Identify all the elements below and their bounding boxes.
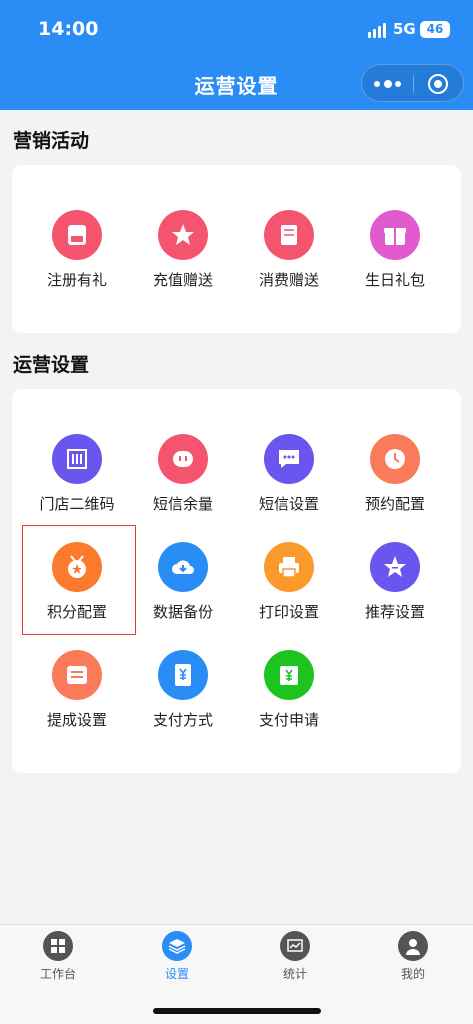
cloud-backup-icon — [158, 542, 208, 592]
sms-balance-icon — [158, 434, 208, 484]
ops-item-sms-settings[interactable]: 短信设置 — [236, 427, 342, 527]
marketing-item-register[interactable]: 注册有礼 — [24, 203, 130, 303]
recharge-gift-icon — [158, 210, 208, 260]
section-title-marketing: 营销活动 — [13, 130, 90, 152]
birthday-gift-icon — [370, 210, 420, 260]
marketing-item-label: 注册有礼 — [46, 271, 107, 289]
marketing-item-label: 生日礼包 — [364, 271, 425, 289]
ops-item-label: 打印设置 — [258, 603, 319, 621]
ops-item-label: 支付方式 — [152, 711, 213, 729]
close-circle-icon[interactable] — [428, 74, 448, 94]
payment-apply-icon — [264, 650, 314, 700]
marketing-item-consume[interactable]: 消费赠送 — [236, 203, 342, 303]
selection-highlight — [22, 525, 136, 635]
home-indicator — [153, 1008, 321, 1014]
marketing-item-birthday[interactable]: 生日礼包 — [342, 203, 448, 303]
capsule-divider — [413, 75, 414, 93]
tab-label: 设置 — [164, 967, 189, 981]
store-qrcode-icon — [52, 434, 102, 484]
workbench-grid-icon — [43, 931, 73, 961]
network-type: 5G — [393, 20, 416, 38]
ops-item-label: 预约配置 — [364, 495, 425, 513]
section-title-operations: 运营设置 — [13, 354, 90, 376]
nav-bar: 运营设置 — [0, 58, 473, 110]
ops-item-label: 支付申请 — [258, 711, 319, 729]
recommend-star-icon — [370, 542, 420, 592]
ops-item-print[interactable]: 打印设置 — [236, 535, 342, 635]
ops-item-commission[interactable]: 提成设置 — [24, 643, 130, 743]
tab-label: 统计 — [282, 967, 307, 981]
marketing-item-label: 充值赠送 — [152, 271, 213, 289]
marketing-card: 注册有礼 充值赠送 消费赠送 生日礼包 — [12, 165, 461, 333]
marketing-item-label: 消费赠送 — [258, 271, 319, 289]
status-bar: 14:00 5G 46 — [0, 0, 473, 58]
battery-icon: 46 — [420, 21, 450, 38]
printer-icon — [264, 542, 314, 592]
appointment-clock-icon — [370, 434, 420, 484]
sms-settings-icon — [264, 434, 314, 484]
ops-item-label: 提成设置 — [46, 711, 107, 729]
more-dots-icon[interactable] — [374, 79, 402, 89]
tab-label: 我的 — [400, 967, 425, 981]
tab-settings[interactable]: 设置 — [137, 931, 217, 987]
marketing-item-recharge[interactable]: 充值赠送 — [130, 203, 236, 303]
status-time: 14:00 — [38, 18, 99, 40]
consume-gift-icon — [264, 210, 314, 260]
ops-item-label: 短信设置 — [258, 495, 319, 513]
profile-user-icon — [398, 931, 428, 961]
ops-item-label: 门店二维码 — [39, 495, 115, 513]
tab-label: 工作台 — [39, 967, 76, 981]
tab-workbench[interactable]: 工作台 — [18, 931, 98, 987]
ops-item-appointment[interactable]: 预约配置 — [342, 427, 448, 527]
ops-item-label: 短信余量 — [152, 495, 213, 513]
ops-item-backup[interactable]: 数据备份 — [130, 535, 236, 635]
ops-item-recommend[interactable]: 推荐设置 — [342, 535, 448, 635]
register-gift-icon — [52, 210, 102, 260]
ops-item-payment-apply[interactable]: 支付申请 — [236, 643, 342, 743]
payment-method-icon — [158, 650, 208, 700]
ops-item-sms-balance[interactable]: 短信余量 — [130, 427, 236, 527]
signal-icon — [368, 22, 388, 38]
ops-item-label: 推荐设置 — [364, 603, 425, 621]
ops-item-label: 数据备份 — [152, 603, 213, 621]
tab-statistics[interactable]: 统计 — [255, 931, 335, 987]
mini-program-capsule — [361, 64, 464, 102]
ops-item-store-qrcode[interactable]: 门店二维码 — [24, 427, 130, 527]
ops-item-payment-method[interactable]: 支付方式 — [130, 643, 236, 743]
commission-doc-icon — [52, 650, 102, 700]
tab-profile[interactable]: 我的 — [373, 931, 453, 987]
settings-layers-icon — [162, 931, 192, 961]
statistics-chart-icon — [280, 931, 310, 961]
